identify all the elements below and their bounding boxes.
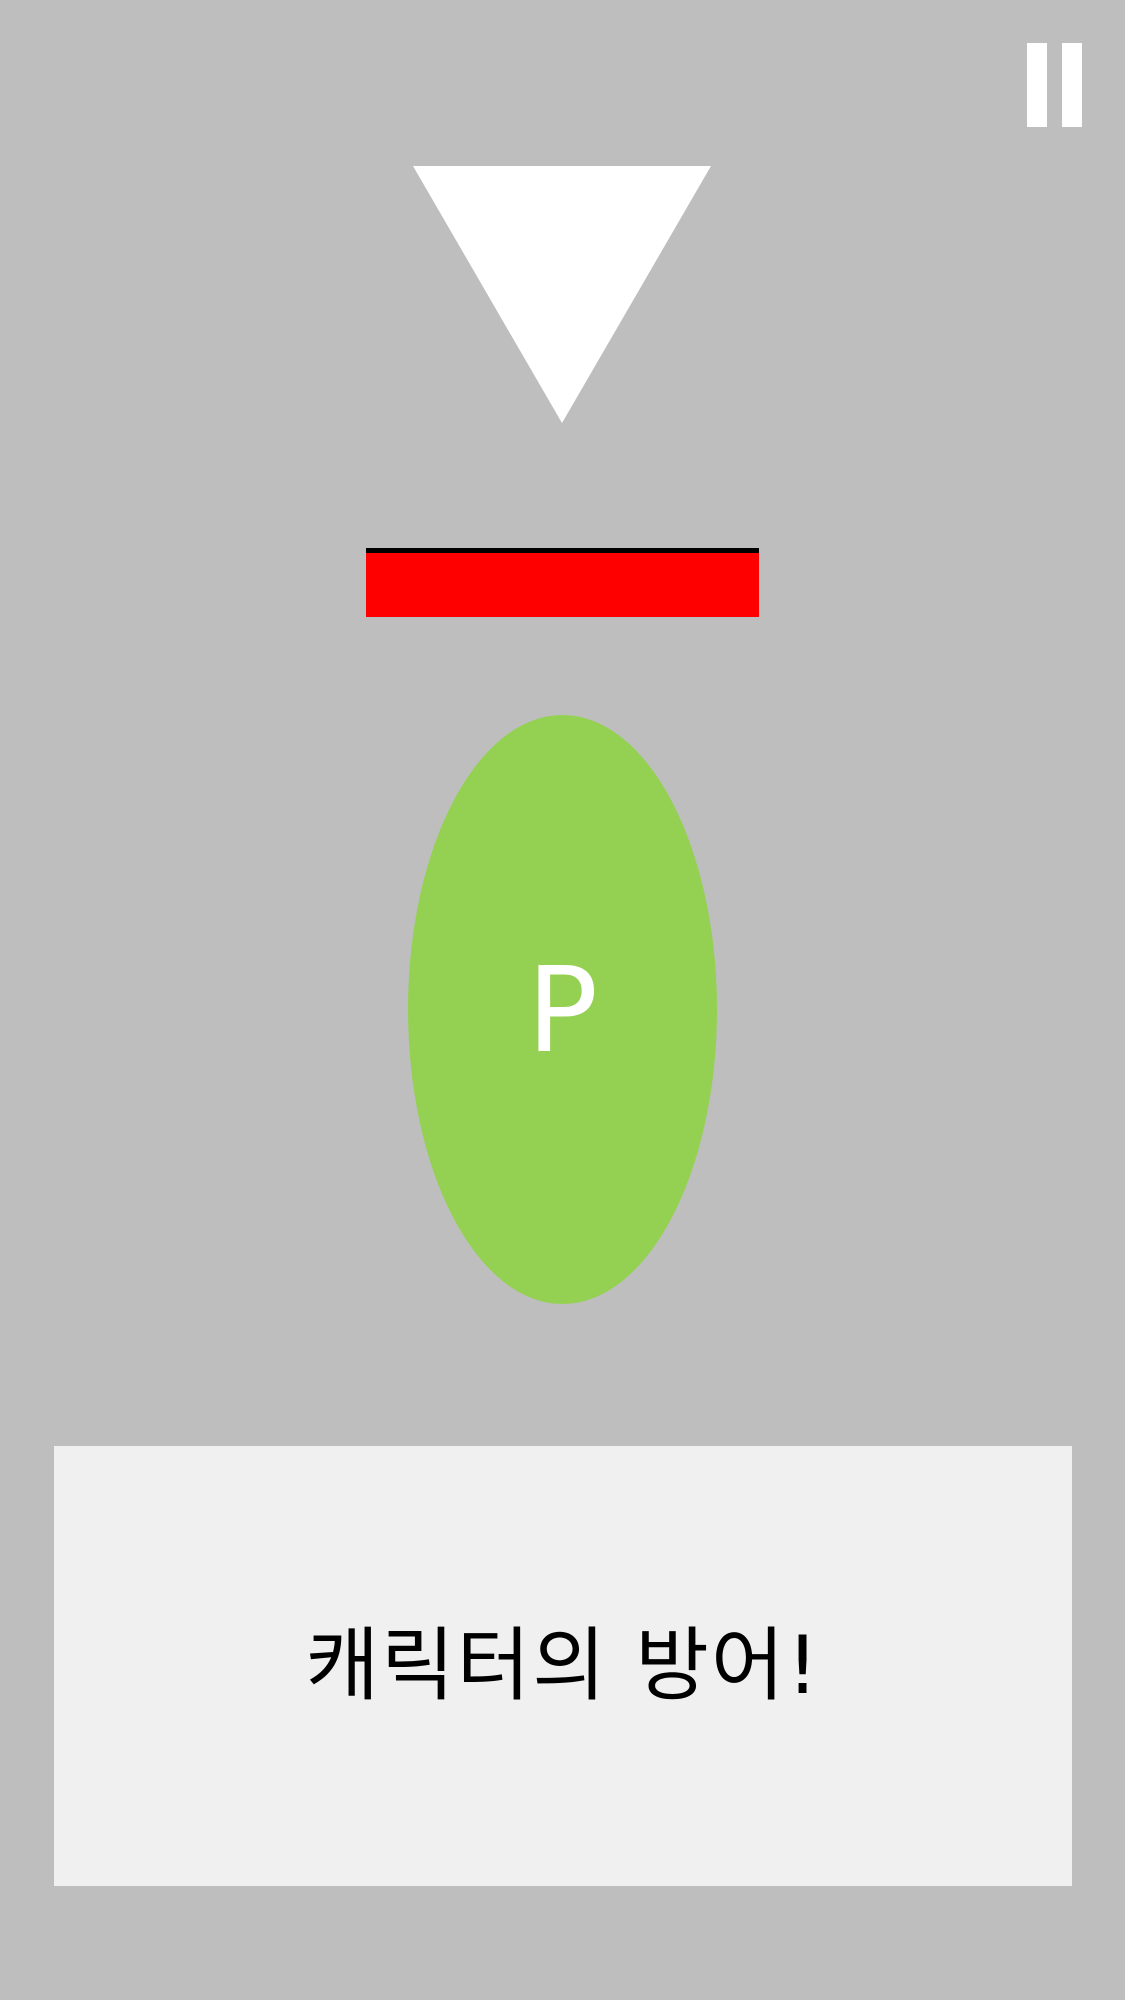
game-screen: P 캐릭터의 방어! <box>0 0 1125 2000</box>
player-character: P <box>408 715 717 1304</box>
pause-icon-bar <box>1062 43 1082 127</box>
shield-bar <box>366 548 759 617</box>
message-text: 캐릭터의 방어! <box>305 1619 821 1712</box>
player-label: P <box>526 940 599 1079</box>
message-panel: 캐릭터의 방어! <box>54 1446 1072 1886</box>
enemy-triangle-shape <box>413 166 711 423</box>
pause-icon <box>1027 43 1047 127</box>
pause-button[interactable] <box>1022 38 1086 132</box>
enemy-triangle <box>413 166 711 423</box>
